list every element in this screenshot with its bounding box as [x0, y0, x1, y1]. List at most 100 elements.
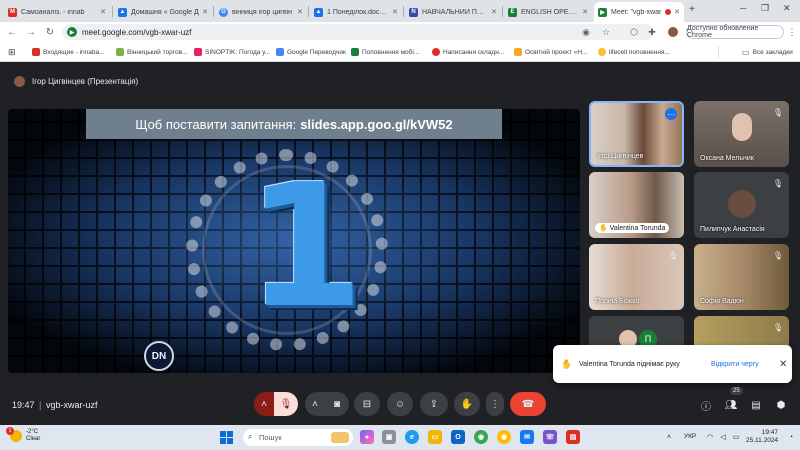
browser-toolbar: ← → ↻ ▶ meet.google.com/vgb-xwar-uzf ◉ ☆…	[0, 22, 800, 42]
weather-widget[interactable]: 1 -2°C Clear	[6, 427, 41, 443]
weather-description: Clear	[26, 436, 41, 442]
battery-icon[interactable]: ▭	[731, 432, 741, 442]
countdown-number: 1	[246, 148, 365, 346]
camera-button[interactable]: ◙	[325, 392, 349, 416]
mobile-topup-icon	[351, 48, 359, 56]
browser-tab[interactable]: N НАВЧАЛЬНИЙ ПОРТ ✕	[405, 2, 501, 22]
mic-off-icon: 🎙︎	[772, 250, 784, 260]
apps-grid-icon[interactable]: ⊞	[8, 46, 16, 58]
bookmark-item[interactable]: Вінницький торгов...	[116, 46, 190, 58]
volume-icon[interactable]: ◁	[718, 432, 728, 442]
browser-tab[interactable]: G вінниця ігор цигвін ✕	[215, 2, 307, 22]
participant-name: Ігор Цигвінцев	[597, 153, 644, 160]
all-bookmarks-folder[interactable]: ▭ Все закладки	[742, 46, 798, 58]
taskbar-clock[interactable]: 19:47 25.11.2024	[746, 429, 778, 445]
wifi-icon[interactable]: ◠	[705, 432, 715, 442]
reload-icon[interactable]: ↻	[43, 25, 57, 39]
browser-tab[interactable]: E ENGLISH OPENS THE ✕	[504, 2, 592, 22]
leave-call-button[interactable]: ☎	[510, 392, 546, 416]
more-options-button[interactable]: ⋮	[486, 392, 504, 416]
captions-button[interactable]: ⊟	[354, 392, 380, 416]
participant-tile[interactable]: 🎙︎ Пилипчук Анастасія	[694, 172, 789, 238]
mic-off-icon: 🎙︎	[772, 322, 784, 332]
close-window-icon[interactable]: ✕	[783, 3, 791, 14]
recording-indicator-icon	[665, 9, 672, 15]
close-tab-icon[interactable]: ✕	[202, 8, 208, 16]
activities-icon[interactable]: ⬢	[774, 398, 788, 412]
extension-icon[interactable]: ⬡	[628, 26, 640, 38]
chrome-icon[interactable]: ◉	[474, 430, 488, 444]
participant-tile[interactable]: ⋯ Ігор Цигвінцев	[589, 101, 684, 167]
close-tab-icon[interactable]: ✕	[297, 8, 303, 16]
bookmark-item[interactable]: Входящие - innaba...	[32, 46, 112, 58]
bookmark-star-icon[interactable]: ☆	[600, 26, 612, 38]
puzzle-extensions-icon[interactable]: ✚	[646, 26, 658, 38]
input-language-indicator[interactable]: УКР	[684, 433, 696, 440]
bookmark-item[interactable]: lifecell поповнення...	[598, 46, 672, 58]
bookmark-item[interactable]: Google Переводчик	[276, 46, 346, 58]
video-options-button[interactable]: ˄	[305, 392, 325, 416]
participant-tile[interactable]: 🎙︎ Поліна Божко	[589, 244, 684, 310]
site-icon: E	[508, 7, 517, 17]
raise-hand-button[interactable]: ✋	[454, 392, 480, 416]
bookmark-item[interactable]: Освітній проект «Н...	[514, 46, 594, 58]
minimize-window-icon[interactable]: ─	[740, 3, 746, 13]
close-tab-icon[interactable]: ✕	[100, 8, 106, 16]
taskbar-search-box[interactable]: ⌕ Пошук	[243, 429, 353, 446]
people-icon[interactable]: 👥︎	[724, 398, 738, 412]
all-bookmarks-label: Все закладки	[752, 48, 793, 56]
windows-start-button[interactable]	[220, 431, 233, 444]
bookmark-item[interactable]: SINOPTIK: Погода у...	[194, 46, 272, 58]
forward-arrow-icon[interactable]: →	[24, 25, 38, 39]
address-bar[interactable]: ▶ meet.google.com/vgb-xwar-uzf	[62, 24, 654, 40]
more-vertical-icon: ⋮	[490, 398, 500, 410]
close-tab-icon[interactable]: ✕	[582, 8, 588, 16]
close-tab-icon[interactable]: ✕	[491, 8, 497, 16]
present-screen-button[interactable]: ⇪	[420, 392, 448, 416]
viber-icon[interactable]: ☏	[543, 430, 557, 444]
notifications-bell-icon[interactable]: ◔	[786, 432, 796, 442]
close-tab-icon[interactable]: ✕	[392, 8, 398, 16]
more-menu-icon[interactable]: ⋮	[786, 26, 798, 38]
site-info-icon[interactable]: ▶	[67, 27, 77, 37]
chrome-profile-icon[interactable]: ◉	[497, 430, 511, 444]
hang-up-icon: ☎	[521, 398, 535, 410]
close-tab-icon[interactable]: ✕	[674, 8, 680, 16]
task-view-icon[interactable]: ▣	[382, 430, 396, 444]
microphone-button[interactable]: 🎙︎	[274, 392, 298, 416]
update-chrome-button[interactable]: Доступно обновление Chrome	[686, 25, 784, 39]
edge-browser-icon[interactable]: e	[405, 430, 419, 444]
maximize-window-icon[interactable]: ❐	[761, 3, 769, 14]
show-hidden-icons[interactable]: ˄	[664, 432, 674, 442]
reactions-button[interactable]: ☺	[387, 392, 413, 416]
more-options-icon[interactable]: ⋯	[665, 108, 677, 120]
chat-icon[interactable]: ▤	[749, 398, 763, 412]
back-arrow-icon[interactable]: ←	[5, 25, 19, 39]
browser-tab[interactable]: ▲ 1 Понеділок.docx - G ✕	[310, 2, 402, 22]
outlook-icon[interactable]: O	[451, 430, 465, 444]
participant-tile[interactable]: ✋ Valentina Torunda	[589, 172, 684, 238]
bookmarks-bar: ⊞ Входящие - innaba... Вінницький торгов…	[0, 42, 800, 62]
app-icon[interactable]: ▤	[566, 430, 580, 444]
profile-avatar[interactable]	[668, 27, 678, 37]
presentation-stage: Щоб поставити запитання: slides.app.goo.…	[8, 109, 580, 373]
question-link: slides.app.goo.gl/kVW52	[300, 116, 453, 132]
browser-tab-active[interactable]: ▶ Meet: "vgb-xwar ✕	[594, 2, 684, 22]
file-explorer-icon[interactable]: ▭	[428, 430, 442, 444]
audio-options-button[interactable]: ˄	[254, 392, 274, 416]
new-tab-button[interactable]: +	[689, 4, 695, 15]
participant-tile[interactable]: 🎙︎ Софія Вадюн	[694, 244, 789, 310]
camera-permission-icon[interactable]: ◉	[580, 26, 592, 38]
raise-hand-icon: ✋	[460, 398, 474, 410]
copilot-icon[interactable]: ●	[360, 430, 374, 444]
close-notification-icon[interactable]: ✕	[779, 359, 787, 370]
messenger-icon[interactable]: ✉	[520, 430, 534, 444]
meeting-info-icon[interactable]: ⓘ	[699, 398, 713, 413]
bookmark-item[interactable]: Поповнення мобі...	[351, 46, 427, 58]
bookmark-item[interactable]: Написання складн...	[432, 46, 510, 58]
participant-tile[interactable]: 🎙︎ Оксана Мельник	[694, 101, 789, 167]
open-queue-button[interactable]: Відкрити чергу	[711, 361, 773, 368]
browser-tab[interactable]: M Самоаналіз. - innab ✕	[4, 2, 110, 22]
browser-tab[interactable]: ▲ Домашня « Google Д ✕	[114, 2, 212, 22]
mic-off-icon: 🎙︎	[667, 250, 679, 260]
